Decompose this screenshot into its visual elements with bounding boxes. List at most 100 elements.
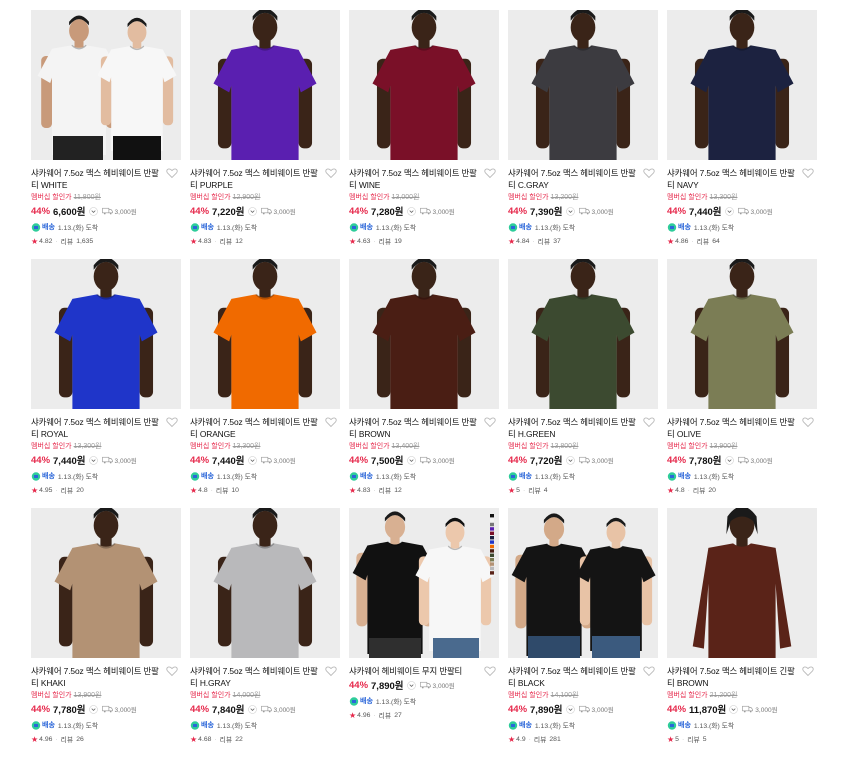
- product-card[interactable]: 샤카웨어 7.5oz 맥스 헤비웨이트 반팔티 C.GRAY 멤버십 할인가 13,…: [508, 10, 658, 259]
- heart-icon[interactable]: [166, 416, 178, 428]
- heart-icon[interactable]: [325, 665, 337, 677]
- product-title[interactable]: 샤카웨어 7.5oz 맥스 헤비웨이트 반팔티 PURPLE: [190, 167, 318, 191]
- product-card[interactable]: 샤카웨어 7.5oz 맥스 헤비웨이트 반팔티 ORANGE 멤버십 할인가 13,…: [190, 259, 340, 508]
- product-card[interactable]: 샤카웨어 7.5oz 맥스 헤비웨이트 반팔티 H.GRAY 멤버십 할인가 14,…: [190, 508, 340, 757]
- product-title[interactable]: 샤카웨어 7.5oz 맥스 헤비웨이트 반팔티 ROYAL: [31, 416, 159, 440]
- product-image[interactable]: [190, 259, 340, 409]
- heart-icon[interactable]: [166, 167, 178, 179]
- separator: ·: [691, 237, 694, 245]
- chevron-down-icon[interactable]: [247, 704, 257, 714]
- product-image[interactable]: [667, 10, 817, 160]
- price-row: 44% 7,840원 3,000원: [190, 702, 340, 717]
- product-title[interactable]: 샤카웨어 7.5oz 맥스 헤비웨이트 반팔티 BROWN: [349, 416, 477, 440]
- sale-price: 7,390원: [530, 207, 563, 218]
- heart-icon[interactable]: [802, 665, 814, 677]
- heart-icon[interactable]: [325, 416, 337, 428]
- product-image[interactable]: [190, 508, 340, 658]
- rating-value: 4.8: [675, 486, 685, 494]
- product-image[interactable]: [31, 508, 181, 658]
- chevron-down-icon[interactable]: [565, 455, 575, 465]
- delivery-badge-label: 배송: [201, 224, 214, 231]
- product-title[interactable]: 샤카웨어 7.5oz 맥스 헤비웨이트 반팔티 WHITE: [31, 167, 159, 191]
- review-label: 리뷰: [378, 713, 392, 720]
- heart-icon[interactable]: [325, 167, 337, 179]
- product-title[interactable]: 샤카웨어 7.5oz 맥스 헤비웨이트 반팔티 H.GRAY: [190, 665, 318, 689]
- product-title[interactable]: 샤카웨어 헤비웨이트 무지 반팔티: [349, 665, 477, 677]
- product-image[interactable]: [508, 508, 658, 658]
- review-label: 리뷰: [687, 737, 700, 744]
- product-image[interactable]: [667, 508, 817, 658]
- product-image[interactable]: [349, 259, 499, 409]
- product-image[interactable]: [349, 10, 499, 160]
- review-label: 리뷰: [219, 737, 233, 744]
- product-title[interactable]: 샤카웨어 7.5oz 맥스 헤비웨이트 반팔티 WINE: [349, 167, 477, 191]
- delivery-row: 배송 1.13.(화) 도착: [31, 719, 181, 731]
- chevron-down-icon[interactable]: [565, 704, 575, 714]
- heart-icon[interactable]: [484, 167, 496, 179]
- product-title[interactable]: 샤카웨어 7.5oz 맥스 헤비웨이트 반팔티 OLIVE: [667, 416, 795, 440]
- chevron-down-icon[interactable]: [247, 206, 257, 216]
- product-image[interactable]: [349, 508, 499, 658]
- delivery-date: 1.13.(화) 도착: [693, 723, 735, 730]
- product-image[interactable]: [190, 10, 340, 160]
- product-card[interactable]: 샤카웨어 7.5oz 맥스 헤비웨이트 반팔티 NAVY 멤버십 할인가 13,30…: [667, 10, 817, 259]
- product-card[interactable]: 샤카웨어 7.5oz 맥스 헤비웨이트 반팔티 KHAKI 멤버십 할인가 13,9…: [31, 508, 181, 757]
- chevron-down-icon[interactable]: [724, 206, 734, 216]
- review-count: 26: [76, 735, 84, 743]
- product-card[interactable]: 샤카웨어 7.5oz 맥스 헤비웨이트 반팔티 OLIVE 멤버십 할인가 13,9…: [667, 259, 817, 508]
- product-card[interactable]: 샤카웨어 헤비웨이트 무지 반팔티멤버십 할인가14,100원 44% 7,89…: [349, 508, 499, 757]
- chevron-down-icon[interactable]: [406, 455, 416, 465]
- heart-icon[interactable]: [643, 416, 655, 428]
- heart-icon[interactable]: [643, 665, 655, 677]
- heart-icon[interactable]: [484, 416, 496, 428]
- chevron-down-icon[interactable]: [565, 206, 575, 216]
- price-row: 44% 7,280원 3,000원: [349, 204, 499, 219]
- truck-icon: [737, 456, 749, 464]
- product-title[interactable]: 샤카웨어 7.5oz 맥스 헤비웨이트 긴팔티 BROWN: [667, 665, 795, 689]
- heart-icon[interactable]: [643, 167, 655, 179]
- product-info: 샤카웨어 7.5oz 맥스 헤비웨이트 반팔티 WHITE 멤버십 할인가 11,8…: [31, 160, 181, 246]
- product-title[interactable]: 샤카웨어 7.5oz 맥스 헤비웨이트 반팔티 ORANGE: [190, 416, 318, 440]
- chevron-down-icon[interactable]: [247, 455, 257, 465]
- heart-icon[interactable]: [802, 167, 814, 179]
- product-image[interactable]: [508, 259, 658, 409]
- delivery-badge-icon: [31, 222, 41, 232]
- heart-icon[interactable]: [166, 665, 178, 677]
- delivery-date: 1.13.(화) 도착: [534, 723, 576, 730]
- product-image[interactable]: [31, 259, 181, 409]
- product-card[interactable]: 샤카웨어 7.5oz 맥스 헤비웨이트 반팔티 PURPLE 멤버십 할인가 12,…: [190, 10, 340, 259]
- membership-price-row: 멤버십 할인가 13,900원: [31, 691, 181, 701]
- chevron-down-icon[interactable]: [406, 206, 416, 216]
- product-title[interactable]: 샤카웨어 7.5oz 맥스 헤비웨이트 반팔티 C.GRAY: [508, 167, 636, 191]
- chevron-down-icon[interactable]: [88, 455, 98, 465]
- product-image[interactable]: [31, 10, 181, 160]
- product-card[interactable]: 샤카웨어 7.5oz 맥스 헤비웨이트 반팔티 BROWN 멤버십 할인가 13,4…: [349, 259, 499, 508]
- chevron-down-icon[interactable]: [406, 680, 416, 690]
- chevron-down-icon[interactable]: [88, 704, 98, 714]
- product-card[interactable]: 샤카웨어 7.5oz 맥스 헤비웨이트 반팔티 H.GREEN 멤버십 할인가 13…: [508, 259, 658, 508]
- product-card[interactable]: 샤카웨어 7.5oz 맥스 헤비웨이트 긴팔티 BROWN 멤버십 할인가 21,2…: [667, 508, 817, 757]
- heart-icon[interactable]: [484, 665, 496, 677]
- original-price: 13,000원: [391, 194, 420, 201]
- delivery-row: 배송 1.13.(화) 도착: [349, 695, 499, 707]
- chevron-down-icon[interactable]: [88, 206, 98, 216]
- rating-row: ★ 4.83 · 리뷰 12: [190, 236, 340, 247]
- rating-row: ★ 4.96 · 리뷰 26: [31, 734, 181, 745]
- review-count: 37: [553, 237, 561, 245]
- membership-price-row: 멤버십 할인가 13,400원: [349, 442, 499, 452]
- product-title[interactable]: 샤카웨어 7.5oz 맥스 헤비웨이트 반팔티 H.GREEN: [508, 416, 636, 440]
- rating-row: ★ 4.83 · 리뷰 12: [349, 485, 499, 496]
- product-card[interactable]: 샤카웨어 7.5oz 맥스 헤비웨이트 반팔티 WHITE 멤버십 할인가 11,8…: [31, 10, 181, 259]
- chevron-down-icon[interactable]: [724, 455, 734, 465]
- product-image[interactable]: [508, 10, 658, 160]
- delivery-badge-label: 배송: [42, 722, 55, 729]
- product-card[interactable]: 샤카웨어 7.5oz 맥스 헤비웨이트 반팔티 ROYAL 멤버십 할인가 13,3…: [31, 259, 181, 508]
- chevron-down-icon[interactable]: [729, 704, 739, 714]
- product-title[interactable]: 샤카웨어 7.5oz 맥스 헤비웨이트 반팔티 KHAKI: [31, 665, 159, 689]
- product-card[interactable]: 샤카웨어 7.5oz 맥스 헤비웨이트 반팔티 WINE 멤버십 할인가 13,00…: [349, 10, 499, 259]
- product-title[interactable]: 샤카웨어 7.5oz 맥스 헤비웨이트 반팔티 BLACK: [508, 665, 636, 689]
- heart-icon[interactable]: [802, 416, 814, 428]
- product-title[interactable]: 샤카웨어 7.5oz 맥스 헤비웨이트 반팔티 NAVY: [667, 167, 795, 191]
- product-image[interactable]: [667, 259, 817, 409]
- product-card[interactable]: 샤카웨어 7.5oz 맥스 헤비웨이트 반팔티 BLACK 멤버십 할인가 14,1…: [508, 508, 658, 757]
